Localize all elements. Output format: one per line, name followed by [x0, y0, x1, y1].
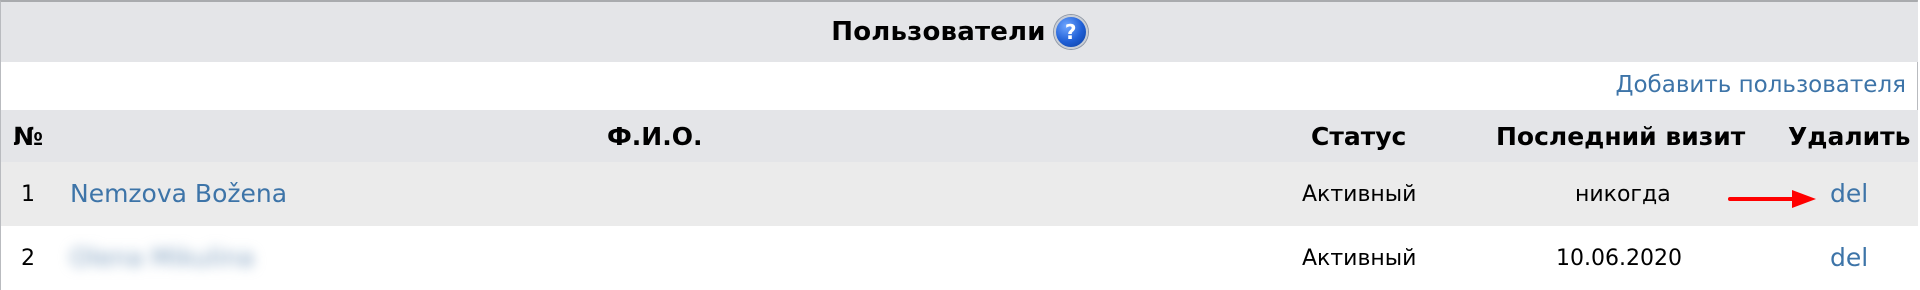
column-header-last-visit: Последний визит	[1496, 122, 1746, 151]
last-visit: никогда	[1575, 182, 1671, 207]
user-name-link[interactable]: Olena Mikulina	[70, 243, 254, 272]
user-name-link[interactable]: Nemzova Božena	[70, 179, 287, 208]
panel-title-bar: Пользователи ?	[1, 2, 1918, 62]
user-status: Активный	[1302, 246, 1417, 271]
delete-user-link[interactable]: del	[1830, 179, 1868, 208]
table-row: 1 Nemzova Božena Активный никогда del	[1, 162, 1918, 226]
toolbar-row: Добавить пользователя	[1, 62, 1918, 110]
column-header-delete: Удалить	[1788, 122, 1911, 151]
delete-user-link[interactable]: del	[1830, 243, 1868, 272]
table-row: 2 Olena Mikulina Активный 10.06.2020 del	[1, 226, 1918, 290]
column-header-status: Статус	[1311, 122, 1407, 151]
help-question-icon[interactable]: ?	[1053, 15, 1088, 49]
page-title: Пользователи	[831, 17, 1046, 47]
row-number: 2	[21, 246, 35, 271]
red-arrow-icon	[1728, 190, 1816, 208]
user-status: Активный	[1302, 182, 1417, 207]
row-number: 1	[21, 182, 35, 207]
add-user-link[interactable]: Добавить пользователя	[1616, 72, 1907, 98]
last-visit: 10.06.2020	[1556, 246, 1682, 271]
table-header: № Ф.И.О. Статус Последний визит Удалить	[1, 110, 1918, 162]
column-header-number: №	[13, 122, 44, 151]
column-header-name: Ф.И.О.	[607, 122, 703, 151]
